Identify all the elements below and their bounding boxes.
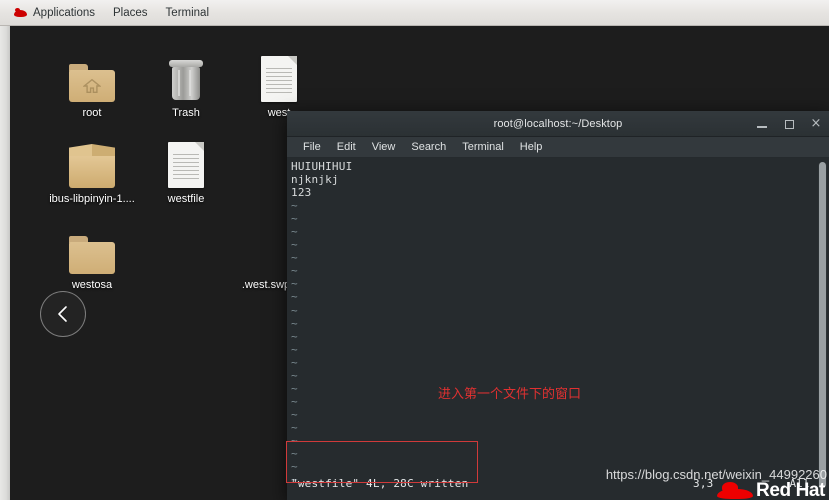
vim-empty-line-marker: ~ <box>291 329 298 343</box>
desktop-icon-label: Trash <box>172 107 200 119</box>
terminal-titlebar[interactable]: root@localhost:~/Desktop × <box>287 111 829 137</box>
menu-file[interactable]: File <box>295 138 329 156</box>
panel-applications-label: Applications <box>33 6 96 19</box>
document-icon <box>231 44 327 102</box>
desktop-left-strip <box>0 0 10 500</box>
vim-empty-line-marker: ~ <box>291 238 298 252</box>
desktop-icon-westosa[interactable]: westosa <box>44 216 140 292</box>
redhat-brand-logo: Red Hat <box>717 480 825 500</box>
terminal-menubar[interactable]: File Edit View Search Terminal Help <box>287 137 829 158</box>
desktop-icon-trash[interactable]: Trash <box>138 44 234 120</box>
desktop-icon-label: westosa <box>71 279 113 291</box>
vim-buffer-line: HUIUHIHUI <box>291 160 353 173</box>
vim-empty-line-marker: ~ <box>291 433 298 447</box>
vim-empty-line-marker: ~ <box>291 212 298 226</box>
desktop-icon-label: westfile <box>167 193 205 205</box>
vim-empty-line-marker: ~ <box>291 290 298 304</box>
menu-view[interactable]: View <box>364 138 404 156</box>
screen-root: root Trash west ibus-libpinyin-1.... wes… <box>0 0 829 500</box>
window-controls: × <box>755 111 823 136</box>
terminal-body[interactable]: HUIUHIHUI njknjkj 123 ~ ~ ~ ~ ~ ~ ~ ~ ~ ~ ~ ~ ~ ~ ~ ~ ~ ~ ~ ~ ~… <box>287 158 829 500</box>
vim-empty-line-marker: ~ <box>291 251 298 265</box>
redhat-brand-text: Red Hat <box>756 480 825 500</box>
vim-empty-line-marker: ~ <box>291 342 298 356</box>
vim-empty-line-marker: ~ <box>291 225 298 239</box>
vim-buffer-line: 123 <box>291 186 312 200</box>
vim-empty-line-marker: ~ <box>291 447 298 461</box>
vim-empty-line-marker: ~ <box>291 420 298 434</box>
vim-empty-line-marker: ~ <box>291 277 298 291</box>
trash-icon <box>138 44 234 102</box>
vim-empty-line-marker: ~ <box>291 303 298 317</box>
folder-icon <box>44 216 140 274</box>
panel-places-menu[interactable]: Places <box>104 3 157 23</box>
redhat-logo-icon <box>14 8 27 17</box>
folder-home-icon <box>44 44 140 102</box>
home-glyph-icon <box>83 79 101 93</box>
desktop-icon-label: root <box>82 107 102 119</box>
menu-help[interactable]: Help <box>512 138 551 156</box>
minimize-button[interactable] <box>755 117 769 131</box>
vim-empty-line-marker: ~ <box>291 199 298 213</box>
vim-empty-line-marker: ~ <box>291 407 298 421</box>
scrollbar-thumb[interactable] <box>819 162 826 488</box>
gnome-top-panel[interactable]: Applications Places Terminal <box>0 0 829 26</box>
desktop-icon-westfile[interactable]: westfile <box>138 130 234 206</box>
vim-empty-line-marker: ~ <box>291 355 298 369</box>
desktop-icon-west[interactable]: west <box>231 44 327 120</box>
terminal-scrollbar[interactable] <box>818 162 827 496</box>
terminal-window[interactable]: root@localhost:~/Desktop × File Edit Vie… <box>287 111 829 500</box>
panel-terminal-menu[interactable]: Terminal <box>157 3 218 23</box>
vim-buffer-line: njknjkj <box>291 173 339 187</box>
maximize-button[interactable] <box>782 117 796 131</box>
redhat-hat-icon <box>717 482 753 500</box>
vim-empty-line-marker: ~ <box>291 264 298 278</box>
menu-edit[interactable]: Edit <box>329 138 364 156</box>
menu-search[interactable]: Search <box>403 138 454 156</box>
vim-empty-line-marker: ~ <box>291 316 298 330</box>
menu-terminal[interactable]: Terminal <box>454 138 512 156</box>
panel-applications-menu[interactable]: Applications <box>0 3 104 23</box>
vim-buffer-text: HUIUHIHUI njknjkj 123 ~ ~ ~ ~ ~ ~ ~ ~ ~ ~ ~ ~ ~ ~ ~ ~ ~ ~ ~ ~ ~… <box>291 160 811 486</box>
window-title: root@localhost:~/Desktop <box>493 117 623 130</box>
vim-status-message: "westfile" 4L, 28C written <box>291 477 469 490</box>
chevron-left-icon <box>58 306 67 322</box>
vim-empty-line-marker: ~ <box>291 368 298 382</box>
annotation-note-text: 进入第一个文件下的窗口 <box>438 387 582 402</box>
back-button[interactable] <box>40 291 86 337</box>
document-icon <box>138 130 234 188</box>
close-button[interactable]: × <box>809 116 823 131</box>
desktop-icon-root[interactable]: root <box>44 44 140 120</box>
